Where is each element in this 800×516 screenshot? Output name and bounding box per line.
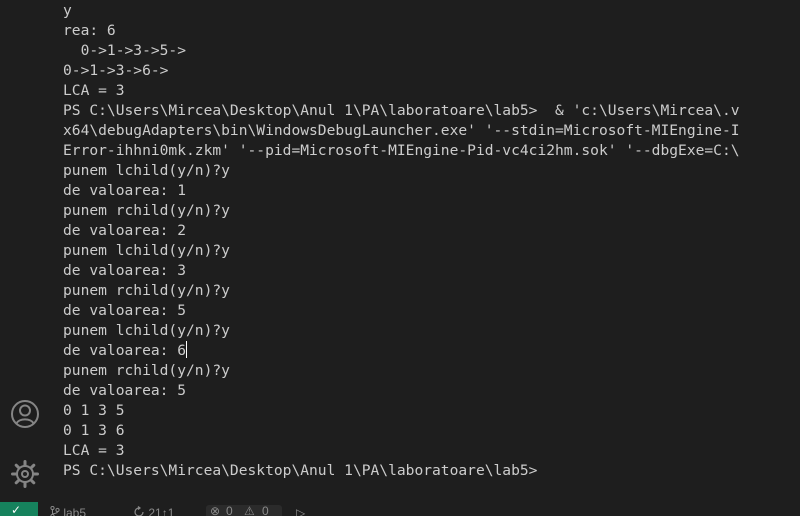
terminal-line: de valoarea: 2: [63, 221, 800, 241]
terminal-line: 0 1 3 5: [63, 401, 800, 421]
terminal-line: x64\debugAdapters\bin\WindowsDebugLaunch…: [63, 121, 800, 141]
terminal-line: punem lchild(y/n)?y: [63, 321, 800, 341]
terminal-line: punem lchild(y/n)?y: [63, 161, 800, 181]
terminal-line-text: punem rchild(y/n)?y: [63, 202, 230, 219]
terminal-line-text: Error-ihhni0mk.zkm' '--pid=Microsoft-MIE…: [63, 142, 740, 159]
terminal-line: punem lchild(y/n)?y: [63, 241, 800, 261]
terminal-line-text: LCA = 3: [63, 82, 125, 99]
terminal-line: rea: 6: [63, 21, 800, 41]
terminal-line: punem rchild(y/n)?y: [63, 361, 800, 381]
terminal-line-text: de valoarea: 3: [63, 262, 187, 279]
terminal-line: de valoarea: 6: [63, 341, 800, 361]
terminal-line-text: punem rchild(y/n)?y: [63, 362, 230, 379]
terminal-line-text: de valoarea: 2: [63, 222, 187, 239]
terminal-line: LCA = 3: [63, 441, 800, 461]
sync-status[interactable]: 21↑1: [133, 505, 174, 516]
terminal-line-text: 0->1->3->5->: [63, 42, 187, 59]
terminal-line: y: [63, 1, 800, 21]
sync-icon: [134, 506, 144, 516]
error-count: 0: [226, 504, 233, 516]
check-icon: ✓: [11, 503, 22, 516]
status-bar: ✓ lab5 21↑1 ⊗ 0 ⚠ 0 ▷: [0, 502, 800, 516]
activity-bar: [0, 0, 48, 502]
terminal-line-text: 0 1 3 5: [63, 402, 125, 419]
terminal-prompt-line: PS C:\Users\Mircea\Desktop\Anul 1\PA\lab…: [63, 101, 800, 121]
text-cursor: [186, 341, 188, 358]
terminal-line-text: 0->1->3->6->: [63, 62, 169, 79]
terminal-line-text: rea: 6: [63, 22, 116, 39]
account-icon[interactable]: [9, 398, 41, 430]
source-control-branch[interactable]: lab5: [50, 505, 86, 516]
terminal-line: de valoarea: 5: [63, 301, 800, 321]
terminal-line-text: punem rchild(y/n)?y: [63, 282, 230, 299]
warning-icon: ⚠: [244, 504, 255, 516]
remote-indicator[interactable]: ✓: [0, 502, 38, 516]
warning-count: 0: [262, 504, 269, 516]
run-icon[interactable]: ▷: [296, 505, 305, 516]
terminal-line-text: punem lchild(y/n)?y: [63, 162, 230, 179]
terminal-line-text: de valoarea: 5: [63, 382, 187, 399]
terminal-line-text: de valoarea: 1: [63, 182, 187, 199]
terminal-line-text: 0 1 3 6: [63, 422, 125, 439]
terminal-line-text: punem lchild(y/n)?y: [63, 322, 230, 339]
terminal-line: Error-ihhni0mk.zkm' '--pid=Microsoft-MIE…: [63, 141, 800, 161]
terminal-line: 0->1->3->5->: [63, 41, 800, 61]
terminal-line-text: punem lchild(y/n)?y: [63, 242, 230, 259]
branch-icon: [50, 505, 60, 516]
vscode-window: y rea: 6 0->1->3->5-> 0->1->3->6-> LCA =…: [0, 0, 800, 516]
terminal-line: 0->1->3->6->: [63, 61, 800, 81]
terminal-line: de valoarea: 3: [63, 261, 800, 281]
branch-label: lab5: [63, 506, 87, 516]
terminal-line-text: x64\debugAdapters\bin\WindowsDebugLaunch…: [63, 122, 740, 139]
terminal-line: de valoarea: 5: [63, 381, 800, 401]
settings-gear-icon[interactable]: [9, 458, 41, 490]
error-icon: ⊗: [210, 504, 221, 516]
terminal-line-text: de valoarea: 5: [63, 302, 187, 319]
terminal-line-text: y: [63, 2, 72, 19]
terminal-output[interactable]: y rea: 6 0->1->3->5-> 0->1->3->6-> LCA =…: [63, 1, 800, 501]
terminal-line: LCA = 3: [63, 81, 800, 101]
terminal-prompt-line: PS C:\Users\Mircea\Desktop\Anul 1\PA\lab…: [63, 461, 800, 481]
terminal-line: punem rchild(y/n)?y: [63, 201, 800, 221]
terminal-line-text: PS C:\Users\Mircea\Desktop\Anul 1\PA\lab…: [63, 102, 740, 119]
terminal-line-text: PS C:\Users\Mircea\Desktop\Anul 1\PA\lab…: [63, 462, 538, 479]
terminal-line: 0 1 3 6: [63, 421, 800, 441]
problems-indicator[interactable]: ⊗ 0 ⚠ 0: [206, 504, 282, 516]
terminal-line-text: LCA = 3: [63, 442, 125, 459]
terminal-line: de valoarea: 1: [63, 181, 800, 201]
terminal-line-text: de valoarea: 6: [63, 342, 187, 359]
sync-label: 21↑1: [148, 506, 175, 516]
terminal-line: punem rchild(y/n)?y: [63, 281, 800, 301]
